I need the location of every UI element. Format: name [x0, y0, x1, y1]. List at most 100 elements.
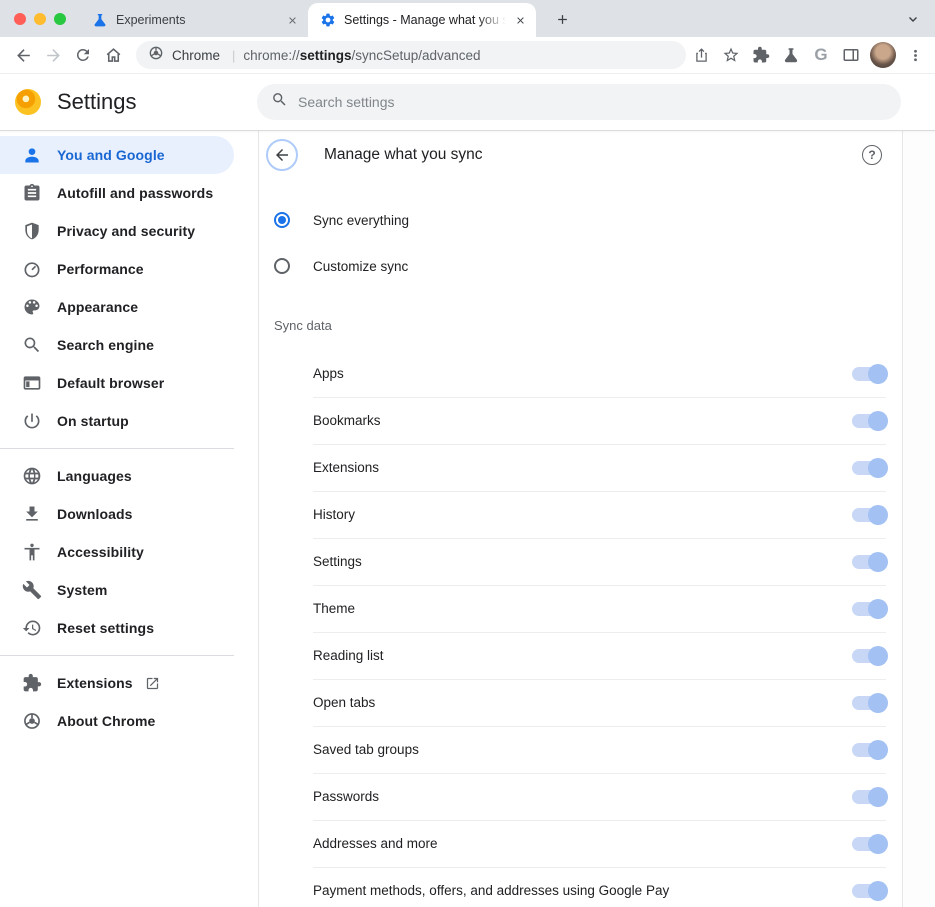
subpage-header: Manage what you sync ?: [259, 131, 902, 179]
sidebar-item-default-browser[interactable]: Default browser: [0, 364, 234, 402]
flask-icon: [92, 12, 108, 28]
side-panel-icon[interactable]: [836, 40, 866, 70]
sync-row-settings: Settings: [259, 538, 902, 585]
share-icon[interactable]: [686, 40, 716, 70]
sidebar-item-label: Default browser: [57, 375, 164, 391]
tab-search-chevron-icon[interactable]: [899, 5, 927, 33]
profile-avatar[interactable]: [870, 42, 896, 68]
sidebar-item-languages[interactable]: Languages: [0, 457, 234, 495]
flask-extension-icon[interactable]: [776, 40, 806, 70]
close-window-button[interactable]: [14, 13, 26, 25]
tab-settings[interactable]: Settings - Manage what you sy: [308, 3, 536, 37]
toggle-switch[interactable]: [852, 461, 886, 475]
settings-search[interactable]: [257, 84, 901, 120]
sidebar-item-reset-settings[interactable]: Reset settings: [0, 609, 234, 647]
close-tab-icon[interactable]: [512, 12, 528, 28]
sync-row-label: Apps: [313, 366, 852, 381]
reload-icon[interactable]: [68, 40, 98, 70]
home-icon[interactable]: [98, 40, 128, 70]
bookmark-star-icon[interactable]: [716, 40, 746, 70]
chrome-glyph-icon: [148, 45, 164, 66]
sidebar-item-system[interactable]: System: [0, 571, 234, 609]
globe-icon: [22, 466, 42, 486]
sidebar-divider: [0, 448, 234, 449]
sync-row-label: Addresses and more: [313, 836, 852, 851]
sidebar-item-autofill[interactable]: Autofill and passwords: [0, 174, 234, 212]
sidebar-item-you-and-google[interactable]: You and Google: [0, 136, 234, 174]
sidebar-item-privacy[interactable]: Privacy and security: [0, 212, 234, 250]
tab-title: Settings - Manage what you sy: [344, 13, 506, 27]
omnibox-divider: |: [232, 48, 235, 63]
toggle-switch[interactable]: [852, 884, 886, 898]
new-tab-button[interactable]: [548, 5, 576, 33]
toggle-switch[interactable]: [852, 414, 886, 428]
toggle-switch[interactable]: [852, 790, 886, 804]
sidebar-item-label: Appearance: [57, 299, 138, 315]
toggle-switch[interactable]: [852, 367, 886, 381]
toggle-switch[interactable]: [852, 649, 886, 663]
help-icon[interactable]: ?: [862, 145, 882, 165]
sidebar-item-label: Performance: [57, 261, 144, 277]
back-arrow-button[interactable]: [266, 139, 298, 171]
toggle-switch[interactable]: [852, 555, 886, 569]
maximize-window-button[interactable]: [54, 13, 66, 25]
tab-strip: Experiments Settings - Manage what you s…: [0, 0, 935, 37]
radio-sync-everything[interactable]: Sync everything: [259, 197, 902, 243]
sidebar-item-label: System: [57, 582, 107, 598]
radio-customize-sync[interactable]: Customize sync: [259, 243, 902, 289]
sidebar-item-label: About Chrome: [57, 713, 155, 729]
radio-button-icon[interactable]: [274, 258, 290, 274]
tab-experiments[interactable]: Experiments: [80, 3, 308, 37]
subpage-title: Manage what you sync: [324, 146, 483, 164]
address-bar[interactable]: Chrome | chrome://settings/syncSetup/adv…: [136, 41, 686, 69]
scroll-gutter[interactable]: [903, 131, 935, 907]
browser-window: Experiments Settings - Manage what you s…: [0, 0, 935, 907]
sidebar-item-label: Accessibility: [57, 544, 144, 560]
toggle-switch[interactable]: [852, 743, 886, 757]
minimize-window-button[interactable]: [34, 13, 46, 25]
sidebar-divider: [0, 655, 234, 656]
sync-row-saved-tab-groups: Saved tab groups: [259, 726, 902, 773]
sidebar-item-on-startup[interactable]: On startup: [0, 402, 234, 440]
radio-button-icon[interactable]: [274, 212, 290, 228]
sync-row-label: Theme: [313, 601, 852, 616]
search-icon: [22, 335, 42, 355]
sidebar-item-appearance[interactable]: Appearance: [0, 288, 234, 326]
kebab-menu-icon[interactable]: [900, 40, 930, 70]
sidebar-item-search-engine[interactable]: Search engine: [0, 326, 234, 364]
toggle-switch[interactable]: [852, 696, 886, 710]
sidebar-item-extensions[interactable]: Extensions: [0, 664, 234, 702]
toggle-switch[interactable]: [852, 508, 886, 522]
toggle-switch[interactable]: [852, 837, 886, 851]
sidebar-item-label: Autofill and passwords: [57, 185, 213, 201]
sync-row-apps: Apps: [259, 350, 902, 397]
sidebar-item-downloads[interactable]: Downloads: [0, 495, 234, 533]
search-icon: [271, 91, 288, 113]
extensions-puzzle-icon[interactable]: [746, 40, 776, 70]
sidebar-item-label: On startup: [57, 413, 129, 429]
back-icon[interactable]: [8, 40, 38, 70]
chrome-canary-logo-icon: [15, 89, 41, 115]
google-g-icon[interactable]: G: [806, 40, 836, 70]
sidebar-item-about-chrome[interactable]: About Chrome: [0, 702, 234, 740]
url-text: chrome://settings/syncSetup/advanced: [243, 48, 480, 63]
sync-row-extensions: Extensions: [259, 444, 902, 491]
toggle-switch[interactable]: [852, 602, 886, 616]
restore-icon: [22, 618, 42, 638]
clipboard-icon: [22, 183, 42, 203]
search-input[interactable]: [298, 94, 887, 110]
sync-row-label: Saved tab groups: [313, 742, 852, 757]
sidebar-item-label: Extensions: [57, 675, 133, 691]
sidebar-item-label: Downloads: [57, 506, 133, 522]
forward-icon[interactable]: [38, 40, 68, 70]
sidebar-item-accessibility[interactable]: Accessibility: [0, 533, 234, 571]
sidebar-item-performance[interactable]: Performance: [0, 250, 234, 288]
radio-label: Customize sync: [313, 259, 408, 274]
person-icon: [22, 145, 42, 165]
sync-row-label: Payment methods, offers, and addresses u…: [313, 883, 852, 898]
sidebar-item-label: Languages: [57, 468, 132, 484]
sync-row-reading-list: Reading list: [259, 632, 902, 679]
sidebar-item-label: You and Google: [57, 147, 165, 163]
sync-data-list: Apps Bookmarks Extensions History Settin…: [259, 350, 902, 907]
close-tab-icon[interactable]: [284, 12, 300, 28]
